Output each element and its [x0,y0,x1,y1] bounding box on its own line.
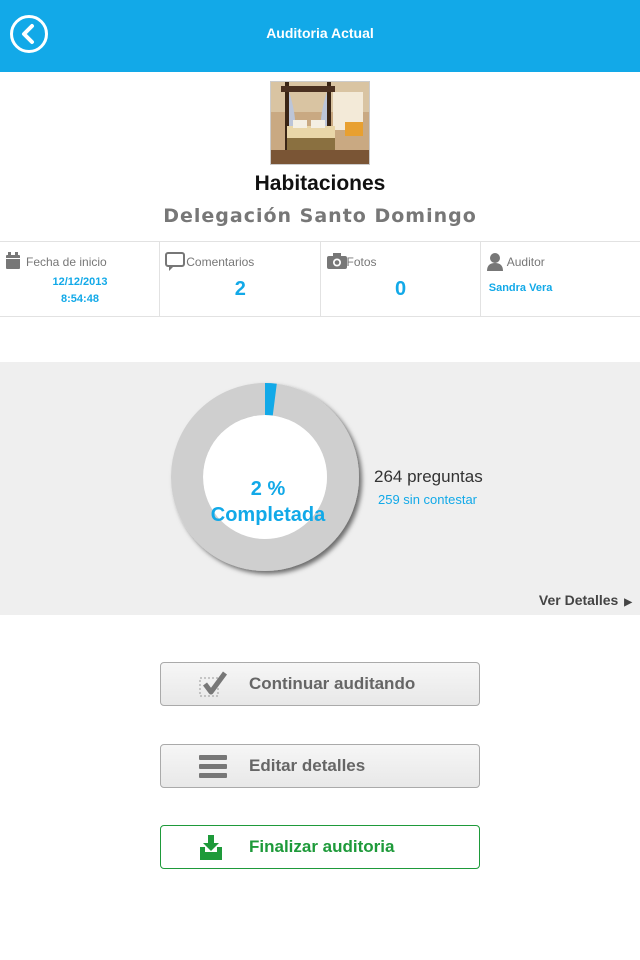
ver-detalles-label: Ver Detalles [538,592,619,608]
start-time-value: 8:54:48 [61,293,99,305]
checkbox-check-icon [199,671,228,697]
list-icon [199,755,227,778]
area-subtitle: Delegación Santo Domingo [163,205,477,227]
photos-count: 0 [394,278,407,300]
caret-right-icon: ▶ [624,597,632,608]
page-title: Auditoria Actual [266,25,374,41]
progress-ring: 2 % Completada [168,380,368,580]
ver-detalles-link[interactable]: Ver Detalles ▶ [539,592,632,608]
stat-start-date: Fecha de inicio 12/12/2013 8:54:48 [0,242,161,316]
stat-comments[interactable]: Comentarios 2 [160,242,321,316]
continue-audit-label: Continuar auditando [249,674,416,693]
progress-percent: 2 % [250,478,286,500]
download-tray-icon [200,835,222,860]
questions-unanswered: 259 sin contestar [378,492,478,507]
stats-bar: Fecha de inicio 12/12/2013 8:54:48 Comen… [0,241,640,317]
progress-completed-label: Completada [210,504,326,526]
progress-text: 2 % Completada [168,476,368,528]
start-date-value: 12/12/2013 [52,276,108,288]
comments-count: 2 [234,278,246,300]
area-thumbnail [270,81,370,165]
auditor-name: Sandra Vera [488,282,553,294]
stat-label: Auditor [506,255,545,269]
area-title: Habitaciones [254,172,386,195]
stat-label: Fecha de inicio [26,255,107,269]
questions-total: 264 preguntas [374,467,483,486]
finish-audit-label: Finalizar auditoria [249,837,395,856]
camera-icon [326,253,347,269]
continue-audit-button[interactable]: Continuar auditando [160,662,480,706]
user-icon [486,253,503,271]
finish-audit-button[interactable]: Finalizar auditoria [160,825,480,869]
stat-label: Fotos [346,255,377,269]
stat-label: Comentarios [186,255,255,269]
edit-details-button[interactable]: Editar detalles [160,744,480,788]
progress-panel: 2 % Completada 264 preguntas 259 sin con… [0,362,640,615]
calendar-icon [6,252,20,269]
edit-details-label: Editar detalles [249,756,366,775]
stat-photos[interactable]: Fotos 0 [321,242,481,316]
stat-auditor: Auditor Sandra Vera [481,242,640,316]
comment-icon [165,252,186,271]
app-header: Auditoria Actual [0,0,640,72]
